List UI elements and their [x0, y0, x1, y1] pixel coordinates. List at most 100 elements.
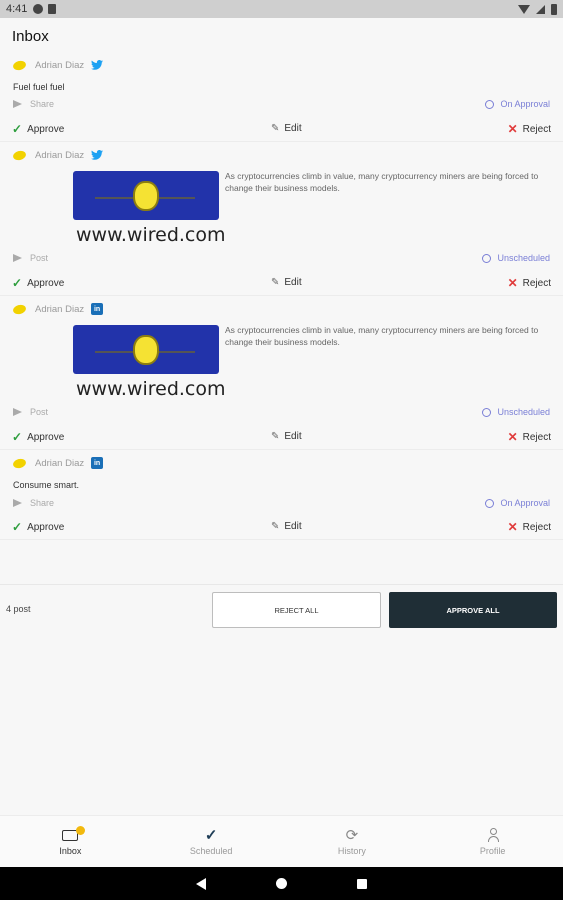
reject-button[interactable]: ✕ Reject — [508, 520, 551, 534]
approve-all-button[interactable]: APPROVE ALL — [389, 592, 557, 628]
edit-button[interactable]: ✎ Edit — [271, 521, 302, 532]
sync-icon — [33, 4, 44, 14]
approve-button[interactable]: ✓ Approve — [12, 276, 64, 290]
post-card: Adrian Diaz in Consume smart. Share On A… — [0, 450, 563, 540]
edit-button[interactable]: ✎ Edit — [271, 277, 302, 288]
approve-label: Approve — [27, 521, 65, 533]
approve-label: Approve — [27, 431, 65, 443]
reject-all-button[interactable]: REJECT ALL — [212, 592, 381, 628]
link-url[interactable]: www.wired.com — [76, 224, 226, 246]
edit-label: Edit — [284, 277, 302, 288]
pencil-icon: ✎ — [271, 277, 280, 288]
post-type: Share — [13, 498, 54, 508]
recents-icon[interactable] — [357, 878, 367, 889]
post-type-label: Post — [30, 253, 49, 263]
post-author: Adrian Diaz — [12, 148, 104, 162]
person-icon — [487, 828, 499, 842]
post-type-label: Post — [30, 407, 49, 417]
approve-button[interactable]: ✓ Approve — [12, 520, 64, 534]
clock-icon — [485, 498, 495, 508]
signal-icon — [536, 4, 545, 14]
refresh-icon: ⟳ — [345, 827, 359, 844]
reject-label: Reject — [522, 431, 551, 443]
edit-label: Edit — [284, 123, 302, 134]
author-name: Adrian Diaz — [35, 149, 85, 161]
reject-button[interactable]: ✕ Reject — [508, 430, 551, 444]
linkedin-icon: in — [91, 303, 104, 315]
status-bar: 4:41 — [0, 0, 563, 18]
sd-card-icon — [48, 4, 57, 14]
battery-icon — [551, 3, 557, 15]
bulk-actions-bar: 4 post REJECT ALL APPROVE ALL — [0, 584, 563, 636]
post-author: Adrian Diaz in — [12, 456, 104, 470]
status-time: 4:41 — [6, 3, 28, 15]
link-preview-image[interactable] — [73, 325, 219, 374]
bottom-tab-bar: Inbox ✓ Scheduled ⟳ History Profile — [0, 815, 563, 867]
reject-button[interactable]: ✕ Reject — [508, 122, 551, 136]
check-icon: ✓ — [12, 430, 23, 444]
close-icon: ✕ — [507, 122, 518, 136]
close-icon: ✕ — [507, 430, 518, 444]
post-type: Post — [13, 407, 48, 417]
post-type: Share — [13, 99, 54, 109]
back-icon[interactable] — [196, 877, 206, 890]
post-text: Fuel fuel fuel — [13, 82, 65, 92]
post-author: Adrian Diaz — [12, 58, 104, 72]
status-label: On Approval — [500, 498, 550, 508]
approve-button[interactable]: ✓ Approve — [12, 430, 64, 444]
notification-badge — [76, 826, 86, 835]
home-icon[interactable] — [276, 878, 287, 889]
author-name: Adrian Diaz — [35, 457, 85, 469]
clock-icon — [482, 253, 492, 263]
post-card: Adrian Diaz Fuel fuel fuel Share On Appr… — [0, 52, 563, 142]
tab-history[interactable]: ⟳ History — [282, 816, 423, 867]
link-url[interactable]: www.wired.com — [76, 378, 226, 400]
clock-icon — [485, 99, 495, 109]
send-icon — [13, 100, 22, 108]
post-count: 4 post — [6, 604, 31, 614]
pencil-icon: ✎ — [271, 431, 280, 442]
approve-label: Approve — [27, 123, 65, 135]
send-icon — [13, 408, 22, 416]
status-badge: On Approval — [485, 99, 550, 109]
status-badge: Unscheduled — [482, 253, 550, 263]
tab-label: Scheduled — [189, 846, 233, 856]
post-text: Consume smart. — [13, 480, 80, 490]
clock-icon — [482, 407, 492, 417]
check-icon: ✓ — [12, 276, 23, 290]
pencil-icon: ✎ — [271, 123, 280, 134]
approve-button[interactable]: ✓ Approve — [12, 122, 64, 136]
edit-button[interactable]: ✎ Edit — [271, 123, 302, 134]
link-description: As cryptocurrencies climb in value, many… — [225, 325, 539, 347]
tab-label: Profile — [479, 846, 506, 856]
status-badge: Unscheduled — [482, 407, 550, 417]
reject-button[interactable]: ✕ Reject — [508, 276, 551, 290]
close-icon: ✕ — [507, 520, 518, 534]
close-icon: ✕ — [507, 276, 518, 290]
status-badge: On Approval — [485, 498, 550, 508]
edit-label: Edit — [284, 431, 302, 442]
post-type-label: Share — [30, 99, 55, 109]
status-label: Unscheduled — [497, 253, 550, 263]
avatar — [12, 302, 27, 316]
pencil-icon: ✎ — [271, 521, 280, 532]
post-type-label: Share — [30, 498, 55, 508]
check-icon: ✓ — [204, 827, 218, 844]
post-author: Adrian Diaz in — [12, 302, 104, 316]
status-label: On Approval — [500, 99, 550, 109]
edit-button[interactable]: ✎ Edit — [271, 431, 302, 442]
twitter-icon — [91, 59, 104, 71]
twitter-icon — [91, 149, 104, 161]
tab-scheduled[interactable]: ✓ Scheduled — [141, 816, 282, 867]
tab-profile[interactable]: Profile — [422, 816, 563, 867]
reject-label: Reject — [522, 277, 551, 289]
tab-inbox[interactable]: Inbox — [0, 816, 141, 867]
send-icon — [13, 499, 22, 507]
link-preview-image[interactable] — [73, 171, 219, 220]
link-description: As cryptocurrencies climb in value, many… — [225, 171, 539, 193]
system-nav-bar — [0, 867, 563, 900]
author-name: Adrian Diaz — [35, 59, 85, 71]
status-label: Unscheduled — [497, 407, 550, 417]
edit-label: Edit — [284, 521, 302, 532]
author-name: Adrian Diaz — [35, 303, 85, 315]
